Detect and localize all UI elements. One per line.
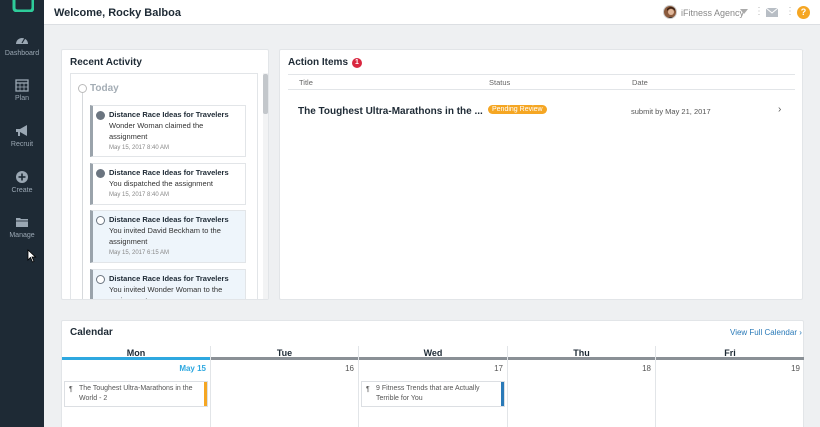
sidebar-item-plan[interactable]: Plan (0, 78, 44, 102)
avatar[interactable] (663, 5, 677, 19)
activity-feed[interactable]: Today Distance Race Ideas for Travelers … (70, 73, 258, 299)
calendar-day-wed[interactable]: Wed 17 ¶ 9 Fitness Trends that are Actua… (359, 346, 508, 427)
logo-icon[interactable] (10, 0, 34, 12)
action-item-title[interactable]: The Toughest Ultra-Marathons in the ... (298, 106, 488, 117)
status-badge: Pending Review (488, 105, 547, 114)
calendar-card: Calendar View Full Calendar › Mon May 15… (61, 320, 804, 427)
calendar-icon (15, 79, 29, 92)
user-circle-icon (96, 275, 105, 284)
day-date: 17 (494, 364, 503, 373)
sidebar-item-dashboard[interactable]: Dashboard (0, 33, 44, 57)
event-color-bar (501, 382, 504, 406)
count-badge: 1 (352, 58, 362, 68)
mouse-cursor-icon (27, 249, 37, 263)
recent-activity-title: Recent Activity (70, 57, 142, 68)
event-color-bar (204, 382, 207, 406)
activity-text: You invited David Beckham to the assignm… (109, 226, 221, 246)
activity-time: May 15, 2017 8:40 AM (109, 145, 170, 151)
recent-activity-card: Recent Activity Today Distance Race Idea… (61, 49, 269, 300)
table-header: Title Status Date (288, 74, 795, 90)
arrow-right-circle-icon (96, 111, 105, 120)
plus-circle-icon (16, 171, 28, 183)
menu-separator: ⋮ (754, 6, 764, 17)
sidebar-item-label: Plan (14, 95, 29, 102)
sidebar-item-label: Create (11, 187, 33, 194)
paragraph-icon: ¶ (366, 386, 370, 393)
day-name: Wed (359, 346, 507, 360)
sidebar: Dashboard Plan Recruit Create Manage (0, 0, 44, 427)
calendar-day-mon[interactable]: Mon May 15 ¶ The Toughest Ultra-Marathon… (62, 346, 211, 427)
day-name: Mon (62, 346, 210, 360)
user-circle-icon (96, 216, 105, 225)
day-date: May 15 (179, 364, 206, 373)
scrollbar-thumb[interactable] (263, 74, 268, 114)
activity-item[interactable]: Distance Race Ideas for Travelers You in… (90, 269, 246, 299)
mail-icon[interactable] (766, 8, 778, 17)
folder-icon (16, 218, 28, 227)
avatar-image-icon (667, 7, 675, 18)
calendar-day-tue[interactable]: Tue 16 (211, 346, 359, 427)
activity-time: May 15, 2017 8:40 AM (109, 192, 170, 198)
arrow-right-circle-icon (96, 169, 105, 178)
calendar-day-fri[interactable]: Fri 19 (656, 346, 804, 427)
timeline-dot-icon (78, 84, 87, 93)
activity-item[interactable]: Distance Race Ideas for Travelers You di… (90, 163, 246, 205)
scrollbar[interactable] (263, 73, 268, 299)
activity-item[interactable]: Distance Race Ideas for Travelers You in… (90, 210, 246, 263)
day-name: Fri (656, 346, 804, 360)
activity-time: May 15, 2017 6:15 AM (109, 250, 170, 256)
sidebar-item-create[interactable]: Create (0, 170, 44, 194)
paragraph-icon: ¶ (69, 386, 73, 393)
page-title: Welcome, Rocky Balboa (54, 7, 181, 19)
day-date: 18 (642, 364, 651, 373)
sidebar-item-label: Manage (9, 232, 35, 239)
agency-selector[interactable]: iFitness Agency (681, 8, 744, 18)
calendar-title: Calendar (70, 327, 113, 338)
event-text: The Toughest Ultra-Marathons in the Worl… (79, 385, 193, 402)
day-date: 16 (345, 364, 354, 373)
action-items-card: Action Items 1 Title Status Date The Tou… (279, 49, 803, 300)
calendar-event[interactable]: ¶ 9 Fitness Trends that are Actually Ter… (361, 381, 505, 407)
sidebar-item-label: Dashboard (4, 50, 40, 57)
calendar-event[interactable]: ¶ The Toughest Ultra-Marathons in the Wo… (64, 381, 208, 407)
chevron-down-icon[interactable] (740, 9, 748, 14)
calendar-day-thu[interactable]: Thu 18 (508, 346, 656, 427)
megaphone-icon (16, 125, 27, 136)
sidebar-item-recruit[interactable]: Recruit (0, 124, 44, 148)
day-name: Tue (211, 346, 358, 360)
chevron-right-icon[interactable]: › (778, 104, 781, 115)
activity-title: Distance Race Ideas for Travelers (109, 110, 229, 119)
sidebar-item-manage[interactable]: Manage (0, 215, 44, 239)
day-date: 19 (791, 364, 800, 373)
activity-text: You dispatched the assignment (109, 179, 213, 188)
activity-item[interactable]: Distance Race Ideas for Travelers Wonder… (90, 105, 246, 157)
day-name: Thu (508, 346, 655, 360)
timeline-line (82, 84, 83, 299)
activity-title: Distance Race Ideas for Travelers (109, 274, 229, 283)
column-header-status[interactable]: Status (489, 78, 510, 87)
activity-text: You invited Wonder Woman to the assignme… (109, 285, 223, 299)
timeline-today-label: Today (90, 83, 119, 94)
top-bar: Welcome, Rocky Balboa iFitness Agency ⋮ … (44, 0, 820, 25)
sidebar-item-label: Recruit (10, 141, 34, 148)
event-text: 9 Fitness Trends that are Actually Terri… (376, 385, 480, 402)
activity-title: Distance Race Ideas for Travelers (109, 215, 229, 224)
action-items-title: Action Items (288, 57, 349, 68)
more-options-icon[interactable]: ⋮ (785, 6, 795, 17)
view-full-calendar-link[interactable]: View Full Calendar › (730, 328, 802, 337)
activity-title: Distance Race Ideas for Travelers (109, 168, 229, 177)
help-icon[interactable]: ? (797, 6, 810, 19)
dashboard-icon (16, 37, 28, 44)
activity-text: Wonder Woman claimed the assignment (109, 121, 204, 141)
column-header-title[interactable]: Title (299, 78, 313, 87)
column-header-date[interactable]: Date (632, 78, 648, 87)
action-item-date: submit by May 21, 2017 (631, 107, 711, 116)
